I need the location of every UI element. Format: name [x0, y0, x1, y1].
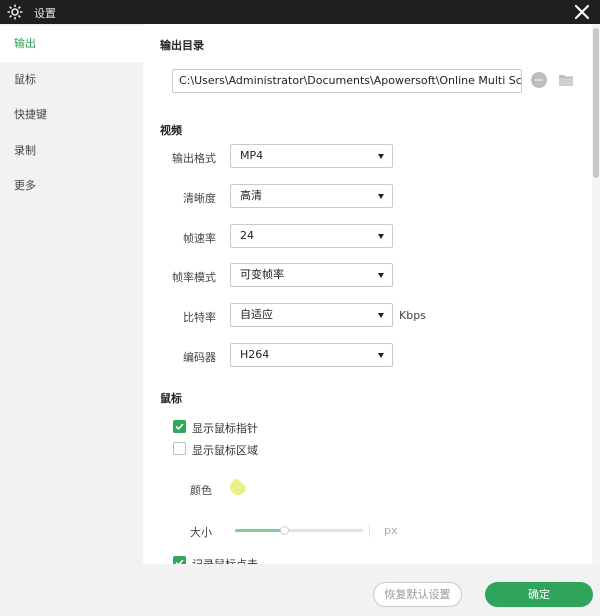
frame-rate-mode-select[interactable]: 可变帧率 [230, 263, 393, 287]
bitrate-select[interactable]: 自适应 [230, 303, 393, 327]
pointer-color-swatch[interactable] [229, 478, 247, 496]
footer-bar: 恢复默认设置 确定 [0, 564, 600, 616]
quality-select[interactable]: 高清 [230, 184, 393, 208]
frame-rate-mode-value: 可变帧率 [240, 268, 284, 281]
chevron-down-icon [378, 273, 384, 278]
chevron-down-icon [378, 194, 384, 199]
quality-label: 清晰度 [183, 192, 216, 205]
output-path-field[interactable]: C:\Users\Administrator\Documents\Apowers… [172, 69, 522, 93]
bitrate-value: 自适应 [240, 308, 273, 321]
close-icon[interactable] [572, 2, 592, 22]
bitrate-label: 比特率 [183, 311, 216, 324]
size-slider-thumb[interactable] [279, 526, 289, 535]
bitrate-unit: Kbps [399, 309, 426, 322]
size-unit: px [384, 524, 398, 537]
output-format-select[interactable]: MP4 [230, 144, 393, 168]
output-directory-heading: 输出目录 [160, 39, 204, 52]
chevron-down-icon [378, 234, 384, 239]
frame-rate-select[interactable]: 24 [230, 224, 393, 248]
sidebar-item-hotkeys[interactable]: 快捷键 [0, 97, 143, 133]
color-label: 颜色 [190, 484, 212, 497]
show-pointer-label: 显示鼠标指针 [192, 422, 258, 435]
encoder-select[interactable]: H264 [230, 343, 393, 367]
video-heading: 视频 [160, 124, 182, 137]
chevron-down-icon [378, 313, 384, 318]
restore-defaults-button[interactable]: 恢复默认设置 [373, 582, 462, 607]
frame-rate-value: 24 [240, 229, 254, 242]
encoder-value: H264 [240, 348, 270, 361]
size-slider[interactable] [235, 526, 363, 535]
scrollbar[interactable] [592, 24, 600, 564]
ok-button[interactable]: 确定 [485, 582, 593, 607]
chevron-down-icon [378, 154, 384, 159]
sidebar-item-more[interactable]: 更多 [0, 168, 143, 204]
frame-rate-mode-label: 帧率模式 [172, 271, 216, 284]
size-input[interactable] [369, 524, 378, 537]
size-label: 大小 [190, 526, 212, 539]
frame-rate-label: 帧速率 [183, 232, 216, 245]
scrollbar-thumb[interactable] [593, 28, 599, 178]
quality-value: 高清 [240, 189, 262, 202]
settings-panel: 输出目录 C:\Users\Administrator\Documents\Ap… [143, 24, 600, 564]
settings-sidebar: 输出 鼠标 快捷键 录制 更多 [0, 24, 143, 564]
size-slider-fill [235, 529, 284, 532]
folder-icon[interactable] [558, 73, 574, 87]
chevron-down-icon [378, 353, 384, 358]
gear-icon [7, 4, 23, 20]
output-format-label: 输出格式 [172, 152, 216, 165]
show-pointer-checkbox[interactable] [173, 420, 186, 433]
sidebar-item-recording[interactable]: 录制 [0, 133, 143, 169]
show-area-label: 显示鼠标区域 [192, 444, 258, 457]
mouse-heading: 鼠标 [160, 392, 182, 405]
sidebar-item-mouse[interactable]: 鼠标 [0, 62, 143, 98]
title-bar: 设置 [0, 0, 600, 24]
encoder-label: 编码器 [183, 351, 216, 364]
window-title: 设置 [34, 7, 56, 20]
show-area-checkbox[interactable] [173, 442, 186, 455]
record-clicks-label: 记录鼠标点击 [192, 556, 258, 564]
more-options-icon[interactable] [531, 72, 547, 88]
output-format-value: MP4 [240, 149, 264, 162]
sidebar-item-output[interactable]: 输出 [0, 26, 143, 62]
record-clicks-checkbox[interactable] [173, 556, 186, 564]
